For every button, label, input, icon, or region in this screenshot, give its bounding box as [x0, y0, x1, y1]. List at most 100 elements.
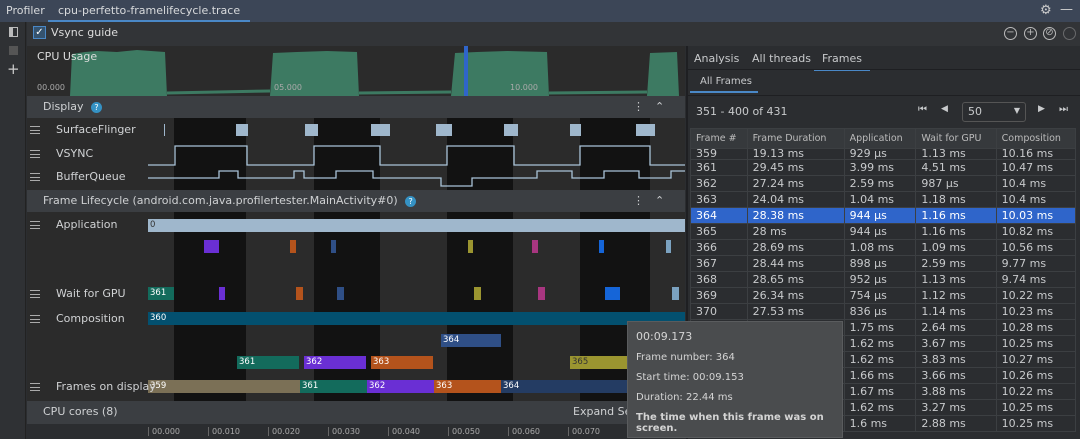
table-row[interactable]: 367 28.44 ms 898 µs 2.59 ms 9.77 ms — [690, 255, 1076, 272]
tooltip-duration: Duration: 22.44 ms — [636, 392, 733, 403]
table-cell: 3.83 ms — [915, 351, 997, 368]
table-cell: 3.27 ms — [915, 399, 997, 416]
table-cell: 952 µs — [843, 271, 917, 288]
drag-handle-icon[interactable] — [30, 173, 40, 181]
gpu-block[interactable] — [672, 287, 679, 300]
display-header[interactable]: Display ? ⋮ ⌃ — [27, 96, 685, 118]
table-row[interactable]: 369 26.34 ms 754 µs 1.12 ms 10.22 ms — [690, 287, 1076, 304]
pending-frame[interactable]: 365 — [570, 356, 630, 369]
first-page-icon[interactable]: ⏮ — [918, 104, 927, 115]
tab-trace[interactable]: cpu-perfetto-framelifecycle.trace — [48, 0, 251, 22]
more-icon[interactable]: ⋮ — [633, 190, 644, 212]
table-row[interactable]: 368 28.65 ms 952 µs 1.13 ms 9.74 ms — [690, 271, 1076, 288]
table-cell: 367 — [690, 255, 748, 272]
pending-frame[interactable]: 361 — [237, 356, 299, 369]
last-page-icon[interactable]: ⏭ — [1059, 104, 1068, 115]
drag-handle-icon[interactable] — [30, 290, 40, 298]
next-page-icon[interactable]: ▶ — [1038, 104, 1045, 114]
panel-toggle-icon[interactable] — [9, 27, 18, 37]
gpu-block[interactable] — [474, 287, 481, 300]
minimize-icon[interactable]: — — [1060, 2, 1073, 17]
tab-analysis[interactable]: Analysis — [694, 52, 739, 65]
application-block[interactable] — [468, 240, 473, 253]
add-icon[interactable]: + — [7, 60, 20, 78]
stop-icon[interactable] — [9, 46, 18, 55]
wait-gpu-bar[interactable]: 361 — [148, 287, 174, 300]
application-block[interactable] — [599, 240, 604, 253]
table-row[interactable]: 364 28.38 ms 944 µs 1.16 ms 10.03 ms — [690, 207, 1076, 224]
table-cell: 944 µs — [843, 207, 917, 224]
gear-icon[interactable]: ⚙ — [1040, 3, 1052, 18]
gpu-block[interactable] — [337, 287, 344, 300]
gpu-block[interactable] — [296, 287, 303, 300]
cpu-cores-header[interactable]: CPU cores (8) Expand Se — [27, 401, 685, 424]
tab-profiler[interactable]: Profiler — [6, 0, 45, 22]
drag-handle-icon[interactable] — [30, 150, 40, 158]
gpu-block[interactable] — [605, 287, 620, 300]
application-block[interactable] — [666, 240, 671, 253]
attach-icon[interactable] — [1063, 27, 1076, 40]
table-cell: 28.65 ms — [746, 271, 845, 288]
reset-zoom-icon[interactable]: ⊘ — [1043, 27, 1056, 40]
help-icon[interactable]: ? — [91, 102, 103, 113]
column-header[interactable]: Frame Duration — [746, 128, 845, 149]
application-bar[interactable]: 0 — [148, 219, 685, 232]
table-cell: 10.23 ms — [995, 303, 1076, 320]
zoom-in-icon[interactable]: + — [1024, 27, 1037, 40]
table-cell: 898 µs — [843, 255, 917, 272]
application-block[interactable] — [331, 240, 336, 253]
table-row[interactable]: 366 28.69 ms 1.08 ms 1.09 ms 10.56 ms — [690, 239, 1076, 256]
display-frame[interactable]: 362 — [367, 380, 434, 393]
drag-handle-icon[interactable] — [30, 126, 40, 134]
table-cell: 10.25 ms — [995, 415, 1076, 432]
collapse-icon[interactable]: ⌃ — [655, 190, 664, 212]
drag-handle-icon[interactable] — [30, 315, 40, 323]
selection-marker[interactable] — [464, 46, 468, 96]
collapse-icon[interactable]: ⌃ — [655, 96, 664, 118]
zoom-out-icon[interactable]: − — [1004, 27, 1017, 40]
table-row[interactable]: 363 24.04 ms 1.04 ms 1.18 ms 10.4 ms — [690, 191, 1076, 208]
column-header[interactable]: Wait for GPU — [915, 128, 997, 149]
application-block[interactable] — [290, 240, 296, 253]
more-icon[interactable]: ⋮ — [633, 96, 644, 118]
table-cell: 368 — [690, 271, 748, 288]
table-row[interactable]: 370 27.53 ms 836 µs 1.14 ms 10.23 ms — [690, 303, 1076, 320]
frame-lifecycle-header[interactable]: Frame Lifecycle (android.com.java.profil… — [27, 190, 685, 212]
pending-frame[interactable]: 363 — [371, 356, 433, 369]
vsync-checkbox[interactable]: ✓ — [33, 26, 46, 39]
table-cell: 1.16 ms — [915, 223, 997, 240]
pending-frame[interactable]: 362 — [304, 356, 366, 369]
cpu-usage-chart[interactable]: CPU Usage 00.000 05.000 10.000 — [27, 46, 685, 96]
pending-frame[interactable]: 364 — [441, 334, 501, 347]
application-block[interactable] — [532, 240, 538, 253]
table-cell: 9.74 ms — [995, 271, 1076, 288]
table-row[interactable]: 365 28 ms 944 µs 1.16 ms 10.82 ms — [690, 223, 1076, 240]
drag-handle-icon[interactable] — [30, 221, 40, 229]
table-cell: 27.53 ms — [746, 303, 845, 320]
drag-handle-icon[interactable] — [30, 383, 40, 391]
gpu-block[interactable] — [219, 287, 225, 300]
table-cell: 28 ms — [746, 223, 845, 240]
prev-page-icon[interactable]: ◀ — [941, 104, 948, 114]
page-size-select[interactable]: 50 ▼ — [962, 102, 1026, 122]
display-frame[interactable]: 361 — [300, 380, 367, 393]
table-row[interactable]: 362 27.24 ms 2.59 ms 987 µs 10.4 ms — [690, 175, 1076, 192]
column-header[interactable]: Frame # — [690, 128, 748, 149]
display-frame[interactable]: 363 — [434, 380, 501, 393]
gpu-block[interactable] — [538, 287, 545, 300]
sidebar: + — [0, 22, 26, 439]
axis-tick: 00.050 — [448, 427, 480, 436]
column-header[interactable]: Composition — [995, 128, 1076, 149]
column-header[interactable]: Application — [843, 128, 917, 149]
tab-all-threads[interactable]: All threads — [752, 52, 811, 65]
expand-button[interactable]: Expand Se — [573, 401, 631, 423]
table-row[interactable]: 361 29.45 ms 3.99 ms 4.51 ms 10.47 ms — [690, 159, 1076, 176]
table-cell: 1.16 ms — [915, 207, 997, 224]
application-block[interactable] — [204, 240, 219, 253]
cpu-usage-area — [70, 46, 679, 96]
subtab-all-frames[interactable]: All Frames — [690, 72, 758, 93]
table-row[interactable]: 359 19.13 ms 929 µs 1.13 ms 10.16 ms — [690, 148, 1076, 160]
help-icon[interactable]: ? — [405, 196, 417, 207]
display-frame[interactable]: 359 — [148, 380, 300, 393]
composition-bar[interactable]: 360 — [148, 312, 685, 325]
